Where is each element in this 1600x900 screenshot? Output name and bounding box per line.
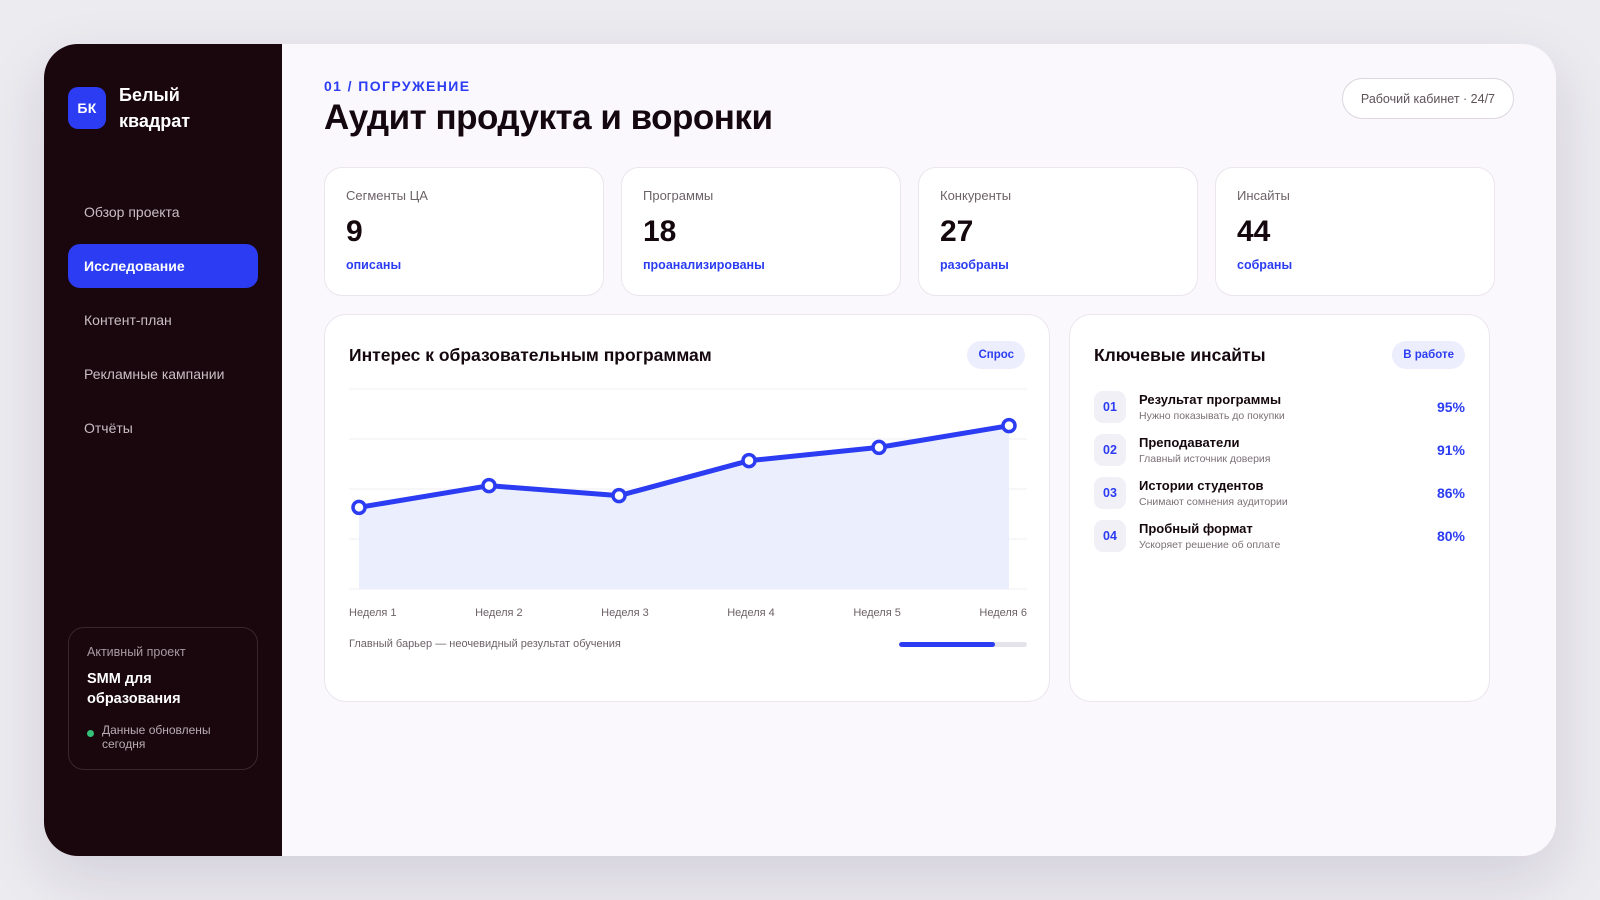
x-tick-label: Неделя 5 [853,607,901,619]
section-eyebrow: 01 / ПОГРУЖЕНИЕ [324,78,471,94]
insight-title: Пробный формат [1139,520,1253,536]
insight-subtitle: Снимают сомнения аудитории [1139,495,1288,508]
insight-percent: 86% [1436,485,1465,501]
stat-card-segments[interactable]: Сегменты ЦА 9 описаны [324,167,604,296]
list-item[interactable]: 04 Пробный формат Ускоряет решение об оп… [1094,520,1465,552]
project-caption: Активный проект [87,645,186,659]
demand-badge[interactable]: Спрос [967,341,1025,369]
insight-number: 02 [1094,434,1126,466]
insight-percent: 80% [1436,528,1465,544]
chart-data-point[interactable] [871,439,887,456]
sidebar-item-research[interactable]: Исследование [68,244,258,288]
project-name: SMM для образования [87,671,181,707]
panels-row: Интерес к образовательным программам Спр… [324,314,1514,702]
stat-value: 27 [940,215,974,248]
sidebar-item-content-plan[interactable]: Контент-план [68,298,258,342]
stat-value: 44 [1237,215,1271,248]
insight-title: Результат программы [1139,391,1282,407]
chart-data-point[interactable] [611,487,627,504]
insight-text: Истории студентов Снимают сомнения аудит… [1139,478,1437,509]
insight-subtitle: Главный источник доверия [1139,452,1271,465]
chart-footer: Главный барьер — неочевидный результат о… [349,638,1027,650]
barrier-progress-fill [899,641,995,647]
stat-card-insights[interactable]: Инсайты 44 собраны [1215,167,1495,296]
sidebar-item-overview[interactable]: Обзор проекта [68,190,258,234]
x-tick-label: Неделя 6 [979,607,1027,619]
page-title: Аудит продукта и воронки [324,98,773,137]
chart-area-fill [359,425,1009,589]
sidebar-nav: Обзор проекта Исследование Контент-план … [68,190,258,450]
sidebar: БК Белый квадрат Обзор проекта Исследова… [44,44,282,856]
stat-note: описаны [346,258,402,272]
stat-note: собраны [1237,258,1293,272]
chart-footer-note: Главный барьер — неочевидный результат о… [349,638,621,650]
interest-line-chart [349,388,1027,590]
insight-text: Пробный формат Ускоряет решение об оплат… [1139,521,1437,552]
insights-panel-title: Ключевые инсайты [1094,344,1266,365]
x-tick-label: Неделя 4 [727,607,775,619]
main-content: 01 / ПОГРУЖЕНИЕ Аудит продукта и воронки… [282,44,1556,856]
barrier-progress-bar [899,641,1027,647]
x-axis-ticks: Неделя 1 Неделя 2 Неделя 3 Неделя 4 Неделя 5… [349,607,1027,619]
active-project-card[interactable]: Активный проект SMM для образования Данн… [68,627,258,770]
stat-label: Программы [643,188,714,203]
insight-number: 03 [1094,477,1126,509]
chart-data-point[interactable] [1001,417,1017,434]
stat-card-programs[interactable]: Программы 18 проанализированы [621,167,901,296]
interest-chart-panel: Интерес к образовательным программам Спр… [324,314,1050,702]
app-window: БК Белый квадрат Обзор проекта Исследова… [44,44,1556,856]
chart-data-point[interactable] [481,477,497,494]
insight-subtitle: Нужно показывать до покупки [1139,409,1285,422]
insight-list: 01 Результат программы Нужно показывать … [1094,391,1465,552]
insight-percent: 95% [1436,399,1465,415]
list-item[interactable]: 01 Результат программы Нужно показывать … [1094,391,1465,423]
x-tick-label: Неделя 1 [349,607,397,619]
chart-data-point[interactable] [741,452,757,469]
insight-number: 04 [1094,520,1126,552]
brand-name: Белый квадрат [119,85,191,131]
brand[interactable]: БК Белый квадрат [68,82,258,134]
x-tick-label: Неделя 2 [475,607,523,619]
project-status-text: Данные обновлены сегодня [102,723,211,751]
insight-text: Результат программы Нужно показывать до … [1139,392,1437,423]
chart-data-point[interactable] [351,499,367,516]
workspace-pill[interactable]: Рабочий кабинет · 24/7 [1341,78,1514,119]
list-item[interactable]: 03 Истории студентов Снимают сомнения ау… [1094,477,1465,509]
stat-note: разобраны [940,258,1009,272]
insight-text: Преподаватели Главный источник доверия [1139,435,1437,466]
sidebar-item-ad-campaigns[interactable]: Рекламные кампании [68,352,258,396]
stat-card-competitors[interactable]: Конкуренты 27 разобраны [918,167,1198,296]
sidebar-item-reports[interactable]: Отчёты [68,406,258,450]
project-status: Данные обновлены сегодня [87,723,239,751]
status-dot-icon [87,730,94,737]
stat-label: Сегменты ЦА [346,188,428,203]
panel-header: Ключевые инсайты В работе [1094,341,1465,369]
chart-panel-title: Интерес к образовательным программам [349,344,712,365]
in-progress-badge[interactable]: В работе [1392,341,1465,369]
stat-note: проанализированы [643,258,765,272]
x-tick-label: Неделя 3 [601,607,649,619]
insight-title: Преподаватели [1139,434,1240,450]
insight-subtitle: Ускоряет решение об оплате [1139,538,1281,551]
stats-row: Сегменты ЦА 9 описаны Программы 18 проан… [324,167,1514,296]
brand-logo: БК [68,87,106,129]
stat-value: 9 [346,215,363,248]
stat-value: 18 [643,215,677,248]
key-insights-panel: Ключевые инсайты В работе 01 Результат п… [1069,314,1490,702]
insight-percent: 91% [1436,442,1465,458]
insight-title: Истории студентов [1139,477,1264,493]
list-item[interactable]: 02 Преподаватели Главный источник довери… [1094,434,1465,466]
insight-number: 01 [1094,391,1126,423]
stat-label: Конкуренты [940,188,1012,203]
stat-label: Инсайты [1237,188,1290,203]
panel-header: Интерес к образовательным программам Спр… [349,341,1025,369]
